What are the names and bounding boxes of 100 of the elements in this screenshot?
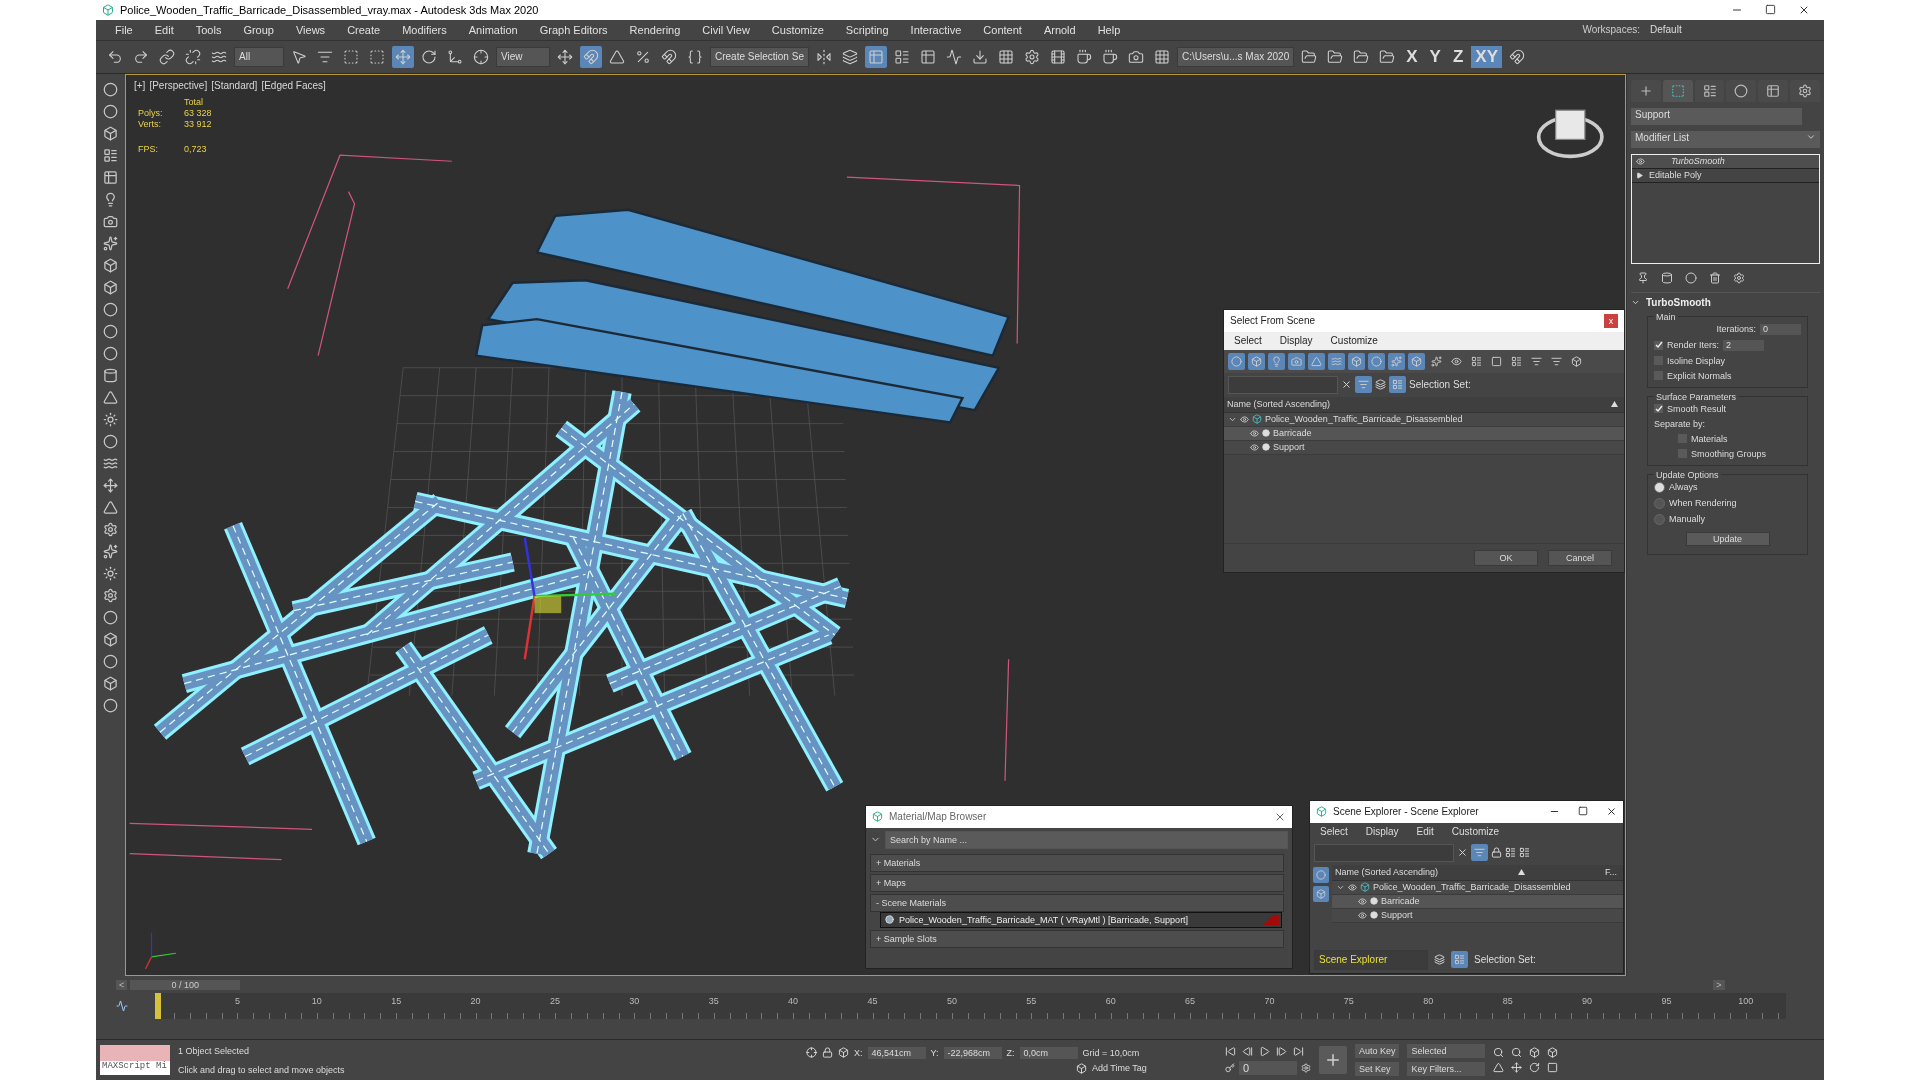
- list-icon[interactable]: [103, 147, 118, 163]
- go-to-start-icon[interactable]: [1224, 1045, 1236, 1057]
- visibility-icon[interactable]: [1358, 910, 1367, 920]
- visibility-icon[interactable]: [1250, 442, 1259, 452]
- hierarchy-tab[interactable]: [1694, 79, 1725, 102]
- selection-filter-dropdown[interactable]: All: [234, 46, 284, 67]
- display-tab[interactable]: [1758, 79, 1789, 102]
- frame-marker[interactable]: [155, 992, 161, 1019]
- zoom-extents-all-icon[interactable]: [1547, 1047, 1559, 1059]
- frame-field[interactable]: 0: [1238, 1060, 1297, 1075]
- zoom-icon[interactable]: [1493, 1047, 1505, 1059]
- key-filters-button[interactable]: Key Filters...: [1407, 1062, 1486, 1077]
- shapes-icon[interactable]: [103, 103, 118, 119]
- visibility-icon[interactable]: [1636, 156, 1645, 166]
- explorer-dropdown[interactable]: Scene Explorer: [1314, 949, 1428, 970]
- maxscript-field[interactable]: MAXScript Mi: [100, 1061, 170, 1076]
- sparkle-icon[interactable]: [103, 543, 118, 559]
- layers-icon[interactable]: [1434, 954, 1445, 966]
- light-icon[interactable]: [103, 191, 118, 207]
- filter-icon[interactable]: [1328, 352, 1345, 370]
- sun-icon[interactable]: [103, 565, 118, 581]
- cone-icon[interactable]: [103, 389, 118, 405]
- radio-button[interactable]: [1654, 513, 1665, 525]
- category-header[interactable]: + Sample Slots: [870, 929, 1284, 948]
- object-name-field[interactable]: Support: [1631, 107, 1802, 125]
- filter-icon[interactable]: [1388, 352, 1405, 370]
- clear-icon[interactable]: [1457, 847, 1468, 859]
- viewport-label[interactable]: [+]: [134, 79, 146, 91]
- time-config-icon[interactable]: [1300, 1062, 1311, 1073]
- viewport[interactable]: [125, 73, 1626, 976]
- dialog-button[interactable]: Cancel: [1548, 549, 1612, 566]
- column-header[interactable]: Name (Sorted Ascending): [1335, 867, 1439, 878]
- search-field[interactable]: [1314, 843, 1454, 862]
- menu-item[interactable]: Select: [1320, 826, 1348, 838]
- geosphere-icon[interactable]: [103, 345, 118, 361]
- orbit-icon[interactable]: [1529, 1062, 1541, 1074]
- plus-icon[interactable]: [1638, 83, 1653, 98]
- spinner-field[interactable]: 0: [1760, 323, 1801, 335]
- update-button[interactable]: Update: [1685, 531, 1770, 546]
- sphere-icon[interactable]: [103, 301, 118, 317]
- ball-icon[interactable]: [103, 433, 118, 449]
- modifier-icon[interactable]: [1670, 83, 1685, 98]
- menu-item[interactable]: Display: [1279, 335, 1313, 347]
- filter-icon[interactable]: [1355, 376, 1372, 394]
- isolate-icon[interactable]: [806, 1047, 817, 1059]
- go-to-end-icon[interactable]: [1292, 1045, 1304, 1057]
- display-shapes-icon[interactable]: [1313, 885, 1329, 902]
- coordinate-field[interactable]: -22,968cm: [943, 1046, 1002, 1059]
- monitor-icon[interactable]: [1766, 83, 1781, 98]
- zoom-all-icon[interactable]: [1511, 1047, 1523, 1059]
- scene-explorer-icon[interactable]: [864, 45, 887, 68]
- camera-icon[interactable]: [103, 213, 118, 229]
- play-icon[interactable]: [1258, 1045, 1270, 1057]
- hierarchy-icon[interactable]: [1519, 847, 1530, 859]
- filter-icon[interactable]: [1268, 352, 1285, 370]
- maximize-viewport-icon[interactable]: [1547, 1062, 1559, 1074]
- previous-button[interactable]: <: [116, 979, 128, 990]
- menu-item[interactable]: Help: [1086, 23, 1132, 36]
- curve-editor-icon[interactable]: [116, 999, 128, 1012]
- sphere-icon[interactable]: [103, 609, 118, 625]
- menu-item[interactable]: Animation: [457, 23, 529, 36]
- column-header[interactable]: F...: [1604, 867, 1617, 878]
- coordinate-field[interactable]: 0,0cm: [1019, 1046, 1078, 1059]
- search-field[interactable]: Search by Name ...: [885, 830, 1288, 849]
- menu-item[interactable]: Arnold: [1032, 23, 1087, 36]
- box-icon[interactable]: [103, 675, 118, 691]
- column-header[interactable]: Name (Sorted Ascending): [1227, 399, 1331, 410]
- radio-button[interactable]: [1654, 497, 1665, 509]
- timeline-ruler[interactable]: 5 10 15 20 25 30 35 40 45 50 55 60 65 70 75 80 85 90 95 100: [158, 992, 1786, 1019]
- coordinate-system-dropdown[interactable]: View: [496, 46, 550, 67]
- filter-icon[interactable]: [1471, 844, 1488, 862]
- gear-icon[interactable]: [103, 521, 118, 537]
- helper-icon[interactable]: [103, 235, 118, 251]
- grid-icon[interactable]: [103, 169, 118, 185]
- show-result-icon[interactable]: [1661, 271, 1673, 284]
- cylinder-icon[interactable]: [103, 367, 118, 383]
- close-button[interactable]: x: [1604, 313, 1618, 328]
- stack-item[interactable]: TurboSmooth: [1632, 154, 1819, 169]
- motion-tab[interactable]: [1726, 79, 1757, 102]
- menu-item[interactable]: Group: [232, 23, 285, 36]
- pyramid-icon[interactable]: [103, 499, 118, 515]
- layers-icon[interactable]: [1375, 379, 1386, 391]
- axis-constraint-button[interactable]: Y: [1425, 45, 1445, 68]
- axis-constraint-button[interactable]: X: [1402, 45, 1422, 68]
- menu-item[interactable]: Select: [1234, 335, 1262, 347]
- menu-item[interactable]: Scripting: [834, 23, 900, 36]
- snap-icon[interactable]: [580, 45, 602, 68]
- menu-item[interactable]: File: [104, 23, 144, 36]
- next-button[interactable]: >: [1713, 979, 1725, 990]
- menu-item[interactable]: Views: [284, 23, 337, 36]
- transform-gizmo-icon[interactable]: [523, 537, 616, 659]
- menu-item[interactable]: Customize: [1451, 826, 1500, 838]
- filter-icon[interactable]: [1348, 352, 1365, 370]
- visibility-icon[interactable]: [1348, 882, 1357, 892]
- menu-item[interactable]: Modifiers: [391, 23, 458, 36]
- menu-item[interactable]: Customize: [760, 23, 835, 36]
- lock-icon[interactable]: [1491, 847, 1502, 859]
- set-key-icon[interactable]: [1318, 1046, 1347, 1075]
- named-selection-dropdown[interactable]: Create Selection Se: [710, 46, 809, 67]
- viewport-label[interactable]: [Perspective]: [149, 79, 208, 91]
